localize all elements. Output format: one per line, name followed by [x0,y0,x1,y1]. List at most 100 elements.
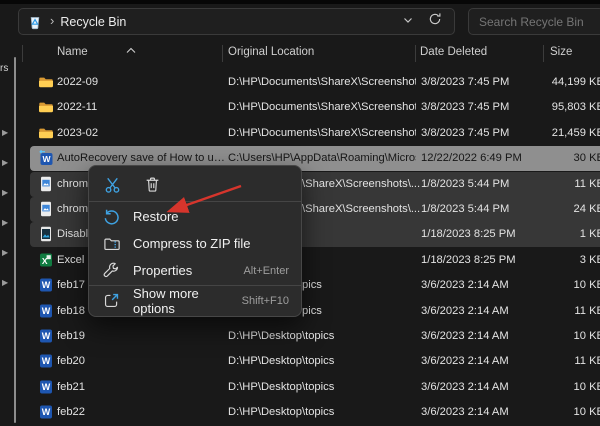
nav-expand-chevron-icon[interactable]: ▶ [2,158,12,168]
recycle-bin-icon [27,14,43,30]
file-row-loc-cell: D:\HP\Documents\ShareX\Screenshots [228,95,416,120]
search-input[interactable] [469,15,600,29]
file-type-icon [38,74,54,90]
file-row-name-cell: 2022-11 [57,95,97,120]
address-bar[interactable]: › Recycle Bin [18,8,455,35]
file-row-size-cell: 11 KB [494,172,600,197]
file-type-icon [38,99,54,115]
header-separator[interactable] [543,45,544,62]
file-row-size-cell: 21,459 KB [494,121,600,146]
file-type-icon: W [38,277,54,293]
wrench-icon [103,262,121,280]
column-header-name[interactable]: Name [57,46,88,58]
file-row-name-cell: chrom [57,197,88,222]
context-menu: Restore Compress to ZIP file Properties … [88,165,302,317]
svg-text:W: W [42,407,51,417]
menu-item-properties[interactable]: Properties Alt+Enter [89,257,301,284]
file-row[interactable]: Wfeb21D:\HP\Desktop\topics3/6/2023 2:14 … [30,375,600,400]
breadcrumb[interactable]: Recycle Bin [60,15,126,29]
file-row[interactable]: Wfeb20D:\HP\Desktop\topics3/6/2023 2:14 … [30,349,600,374]
file-type-icon: W [38,379,54,395]
file-type-icon [38,125,54,141]
restore-icon [103,208,121,226]
nav-expand-chevron-icon[interactable]: ▶ [2,278,12,288]
svg-text:W: W [42,280,51,290]
svg-text:W: W [42,382,51,392]
file-row-loc-cell: pics [302,299,322,324]
file-row[interactable]: Wfeb19D:\HP\Desktop\topics3/6/2023 2:14 … [30,324,600,349]
file-type-icon: X [38,252,54,268]
menu-item-label: Restore [133,209,289,224]
column-header-original-location[interactable]: Original Location [228,46,314,58]
file-row-name-cell: feb18 [57,299,85,324]
file-type-icon: W [38,303,54,319]
file-row[interactable]: 2023-02 D:\HP\Documents\ShareX\Screenshot… [30,121,600,146]
file-type-icon [38,176,54,192]
svg-text:W: W [42,154,51,164]
context-menu-icon-row [89,168,301,200]
file-type-icon [38,226,54,242]
file-row-loc-cell: \ShareX\Screenshots\... [302,172,420,197]
header-separator[interactable] [22,45,23,62]
file-row-size-cell: 24 KB [494,197,600,222]
file-type-icon: W [38,353,54,369]
file-row-size-cell: 10 KB [494,324,600,349]
file-row-size-cell: 11 KB [494,349,600,374]
menu-item-label: Properties [133,263,243,278]
menu-item-restore[interactable]: Restore [89,203,301,230]
menu-separator [89,201,301,202]
nav-pane-scrollbar[interactable] [14,57,16,423]
file-type-icon: W [38,404,54,420]
address-dropdown-chevron-icon[interactable] [402,13,414,31]
file-type-icon: W [38,328,54,344]
file-row-loc-cell: D:\HP\Desktop\topics [228,400,334,425]
column-header-size[interactable]: Size [550,46,572,58]
file-row-loc-cell: D:\HP\Desktop\topics [228,349,334,374]
refresh-icon[interactable] [428,12,442,31]
file-row-name-cell: Excel [57,248,84,273]
file-row-loc-cell: D:\HP\Desktop\topics [228,375,334,400]
menu-item-shortcut: Alt+Enter [243,265,289,277]
file-type-icon [38,201,54,217]
nav-pane-clipped-label: rs [0,63,8,74]
breadcrumb-chevron-icon: › [50,13,54,28]
cut-icon[interactable] [103,175,121,193]
show-more-options-icon [103,292,121,310]
file-row-size-cell: 10 KB [494,375,600,400]
file-row[interactable]: 2022-11 D:\HP\Documents\ShareX\Screenshot… [30,95,600,120]
header-separator[interactable] [415,45,416,62]
file-row-size-cell: 3 KB [494,248,600,273]
file-row-loc-cell: D:\HP\Documents\ShareX\Screenshots [228,70,416,95]
file-row-name-cell: Disabl [57,222,88,247]
nav-expand-chevron-icon[interactable]: ▶ [2,128,12,138]
menu-item-label: Compress to ZIP file [133,236,289,251]
search-box[interactable] [468,8,600,35]
menu-item-compress-zip[interactable]: Compress to ZIP file [89,230,301,257]
sort-ascending-icon [126,41,136,59]
file-row-name-cell: feb21 [57,375,85,400]
header-separator[interactable] [222,45,223,62]
file-row-name-cell: 2022-09 [57,70,98,95]
file-row-name-cell: 2023-02 [57,121,98,146]
file-row-name-cell: feb19 [57,324,85,349]
nav-expand-chevron-icon[interactable]: ▶ [2,248,12,258]
file-row-size-cell: 10 KB [494,400,600,425]
svg-text:W: W [42,331,51,341]
file-row-name-cell: feb17 [57,273,85,298]
svg-text:W: W [42,356,51,366]
delete-icon[interactable] [143,175,161,193]
nav-expand-chevron-icon[interactable]: ▶ [2,188,12,198]
column-header-date-deleted[interactable]: Date Deleted [420,46,487,58]
menu-item-label: Show more options [133,286,242,316]
file-row[interactable]: 2022-09 D:\HP\Documents\ShareX\Screenshot… [30,70,600,95]
file-row-name-cell: feb20 [57,349,85,374]
file-row-loc-cell: \ShareX\Screenshots\... [302,197,420,222]
file-row-name-cell: chrom [57,172,88,197]
file-row-size-cell: 30 KB [494,146,600,171]
file-row-name-cell: feb22 [57,400,85,425]
file-row[interactable]: Wfeb22D:\HP\Desktop\topics3/6/2023 2:14 … [30,400,600,425]
menu-item-show-more-options[interactable]: Show more options Shift+F10 [89,287,301,314]
file-row-loc-cell: D:\HP\Documents\ShareX\Screenshots [228,121,416,146]
window-top-edge [0,0,600,4]
nav-expand-chevron-icon[interactable]: ▶ [2,218,12,228]
